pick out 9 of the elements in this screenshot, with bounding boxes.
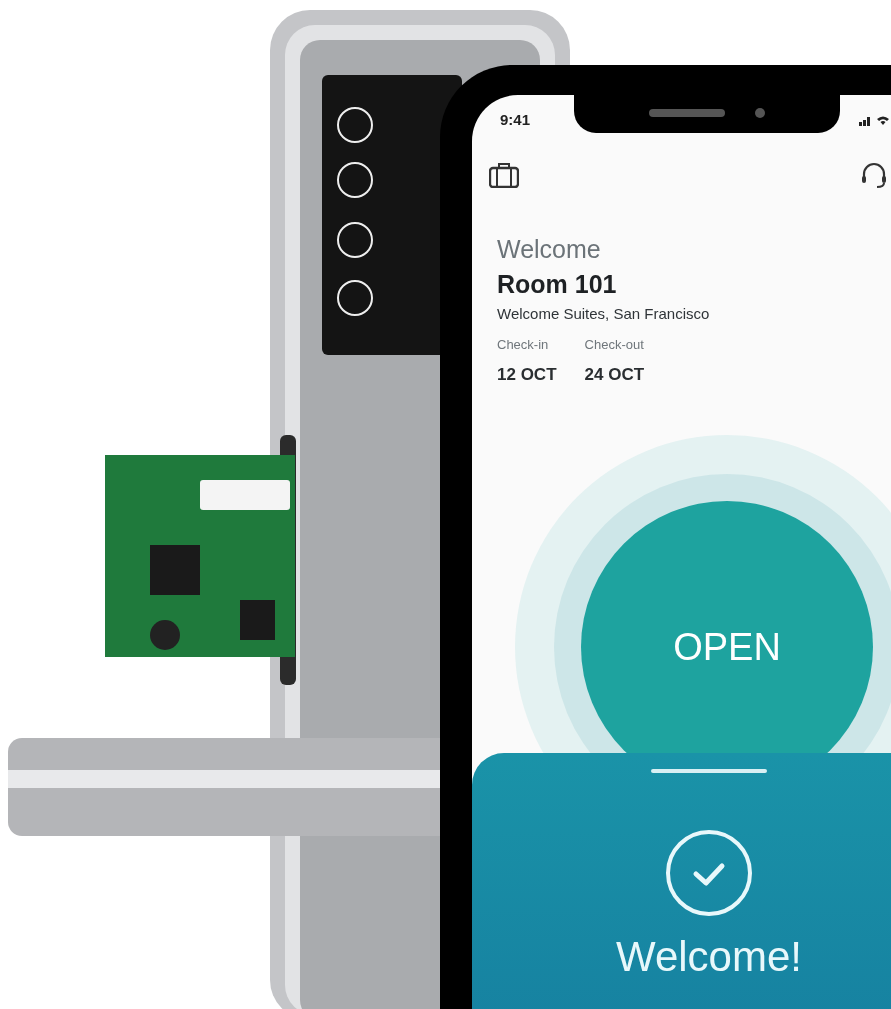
date-label: Check-out xyxy=(584,336,645,354)
date-value: 24 OCT xyxy=(584,364,645,386)
room-title: Room 101 xyxy=(497,269,618,300)
welcome-message: Welcome! xyxy=(616,932,802,982)
date-label: Check-in xyxy=(497,336,550,354)
date-value: 12 OCT xyxy=(497,364,557,386)
greeting-text: Welcome xyxy=(497,234,602,265)
hotel-name: Welcome Suites, San Francisco xyxy=(497,304,711,324)
status-time: 9:41 xyxy=(500,109,531,130)
